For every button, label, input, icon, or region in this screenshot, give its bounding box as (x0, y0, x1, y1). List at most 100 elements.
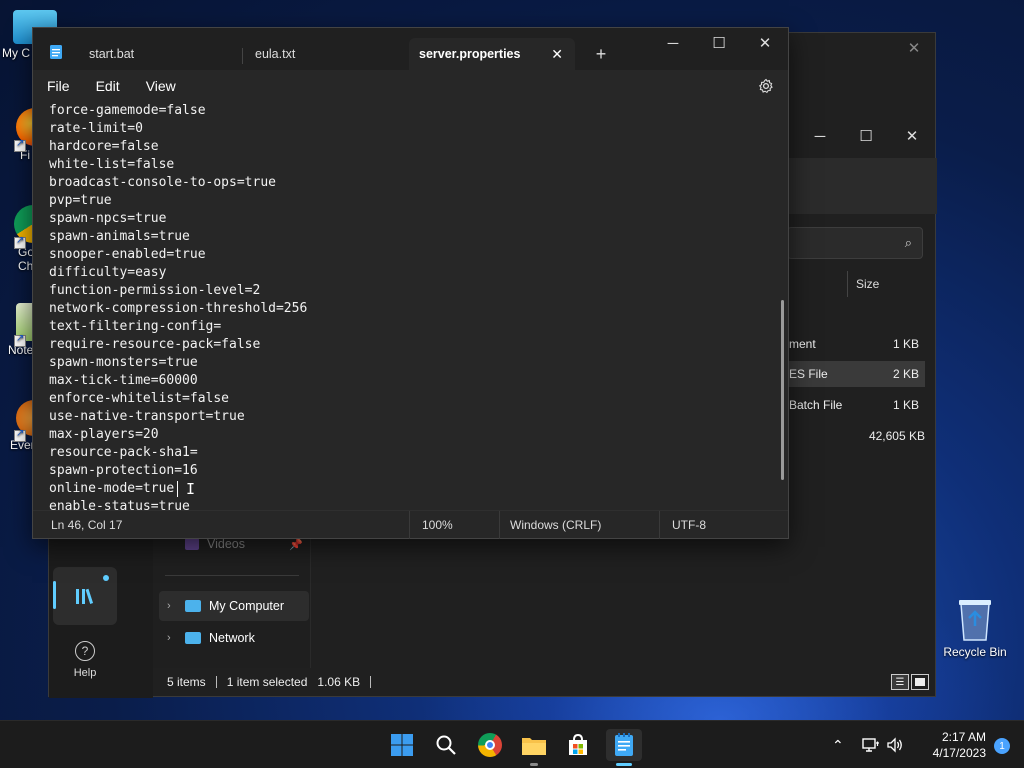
explorer-status-bar: 5 items 1 item selected 1.06 KB ☰ (153, 668, 935, 696)
maximize-button[interactable]: ☐ (696, 28, 742, 58)
maximize-button[interactable]: ☐ (843, 121, 889, 151)
windows-start-icon (391, 734, 413, 756)
file-size: 2 KB (892, 367, 919, 381)
minimize-button[interactable]: ─ (797, 121, 843, 151)
library-button[interactable] (53, 567, 117, 625)
file-row-selected[interactable]: ES File 2 KB (789, 361, 925, 387)
chevron-right-icon[interactable]: › (167, 632, 177, 644)
status-item-count: 5 items (167, 675, 206, 689)
view-toggles: ☰ (891, 674, 929, 690)
tab-label: start.bat (89, 47, 135, 61)
status-selected-size: 1.06 KB (317, 675, 361, 689)
menu-edit[interactable]: Edit (84, 78, 134, 94)
status-encoding[interactable]: UTF-8 (659, 511, 790, 539)
notepad-app-icon (50, 45, 62, 59)
badge-dot (103, 575, 109, 581)
file-size: 42,605 KB (868, 429, 925, 443)
desktop-icon-recycle-bin[interactable]: Recycle Bin (940, 596, 1010, 659)
settings-gear-icon[interactable] (758, 78, 774, 94)
recycle-bin-icon (959, 600, 991, 641)
explorer-back-titlebar: ✕ (789, 33, 937, 67)
notification-badge[interactable]: 1 (994, 738, 1010, 754)
system-tray: ⌃ (832, 721, 904, 768)
menu-view[interactable]: View (134, 78, 190, 94)
search-button[interactable] (430, 729, 462, 761)
nav-item-label: Videos (207, 537, 245, 551)
nav-divider (165, 575, 299, 576)
shortcut-arrow-icon (14, 235, 26, 249)
status-line-ending[interactable]: Windows (CRLF) (499, 511, 659, 539)
taskbar-store[interactable] (562, 729, 594, 761)
file-row[interactable]: Batch File 1 KB (789, 392, 925, 418)
help-icon[interactable]: ? (75, 641, 95, 661)
notepad-tab-bar: start.bat eula.txt server.properties ✕ +… (33, 28, 788, 70)
taskbar-file-explorer[interactable] (518, 729, 550, 766)
clock-time: 2:17 AM (941, 730, 986, 744)
nav-item-label: Network (209, 631, 255, 645)
start-button[interactable] (386, 729, 418, 761)
details-view-icon[interactable]: ☰ (891, 674, 909, 690)
file-row[interactable]: 42,605 KB (789, 423, 925, 449)
notepad-menu-bar: File Edit View (33, 70, 788, 102)
shortcut-arrow-icon (14, 333, 26, 347)
status-zoom[interactable]: 100% (409, 511, 499, 539)
column-header-size[interactable]: Size (847, 271, 929, 297)
search-icon (436, 735, 456, 755)
tab-label: eula.txt (255, 47, 296, 61)
taskbar-clock[interactable]: 2:17 AM 4/17/2023 (933, 729, 986, 761)
status-encoding-label: UTF-8 (672, 518, 706, 532)
pin-icon: 📌 (289, 538, 303, 551)
notepad-icon (615, 733, 633, 756)
chevron-right-icon[interactable]: › (167, 600, 177, 612)
text-editor-area[interactable]: force-gamemode=false rate-limit=0 hardco… (33, 102, 788, 510)
library-icon (76, 588, 94, 604)
search-input[interactable]: ⌕ (787, 227, 923, 259)
tab-eula-txt[interactable]: eula.txt (243, 38, 409, 70)
volume-icon[interactable] (886, 737, 904, 753)
new-tab-icon[interactable]: + (589, 42, 613, 66)
active-indicator (53, 581, 56, 609)
file-type: ES File (789, 367, 828, 381)
status-line-ending-label: Windows (CRLF) (510, 518, 602, 532)
taskbar-notepad[interactable] (606, 729, 642, 766)
menu-file[interactable]: File (33, 78, 84, 94)
close-button[interactable]: ✕ (742, 28, 788, 58)
status-selected: 1 item selected (226, 675, 308, 689)
chevron-up-icon[interactable]: ⌃ (832, 737, 844, 754)
recycle-bin-label: Recycle Bin (943, 645, 1007, 659)
network-icon[interactable] (862, 737, 880, 753)
file-size: 1 KB (892, 337, 919, 351)
file-size: 1 KB (892, 398, 919, 412)
window-controls: ─ ☐ ✕ (650, 28, 788, 58)
shortcut-arrow-icon (14, 428, 26, 442)
clock-date: 4/17/2023 (932, 746, 986, 760)
search-icon: ⌕ (904, 235, 912, 250)
nav-item-network[interactable]: › Network (159, 623, 309, 653)
notepad-window[interactable]: start.bat eula.txt server.properties ✕ +… (32, 27, 789, 539)
taskbar: ⌃ 2:17 AM 4/17/2023 1 (0, 720, 1024, 768)
ibeam-cursor-icon: I (186, 480, 196, 498)
tab-start-bat[interactable]: start.bat (73, 38, 243, 70)
nav-item-my-computer[interactable]: › My Computer (159, 591, 309, 621)
minimize-button[interactable]: ─ (650, 28, 696, 58)
explorer-toolbar (789, 158, 937, 214)
network-icon (185, 632, 201, 644)
close-button[interactable]: ✕ (889, 121, 935, 151)
taskbar-chrome[interactable] (474, 729, 506, 761)
vertical-scrollbar[interactable] (781, 300, 784, 480)
tab-label: server.properties (419, 47, 521, 61)
file-row[interactable]: ment 1 KB (789, 331, 925, 357)
file-type: ment (789, 337, 816, 351)
notepad-status-bar: Ln 46, Col 17 100% Windows (CRLF) UTF-8 (33, 510, 790, 539)
chrome-icon (478, 733, 502, 757)
tab-server-properties[interactable]: server.properties ✕ (409, 38, 575, 70)
close-icon[interactable]: ✕ (891, 33, 937, 63)
shortcut-arrow-icon (14, 138, 26, 152)
status-cursor-position: Ln 46, Col 17 (51, 517, 123, 532)
tiles-view-icon[interactable] (911, 674, 929, 690)
close-tab-icon[interactable]: ✕ (551, 46, 563, 63)
explorer-left-rail: ? Help (49, 533, 153, 698)
file-type: Batch File (789, 398, 843, 412)
help-label: Help (73, 667, 97, 679)
nav-item-label: My Computer (209, 599, 285, 613)
